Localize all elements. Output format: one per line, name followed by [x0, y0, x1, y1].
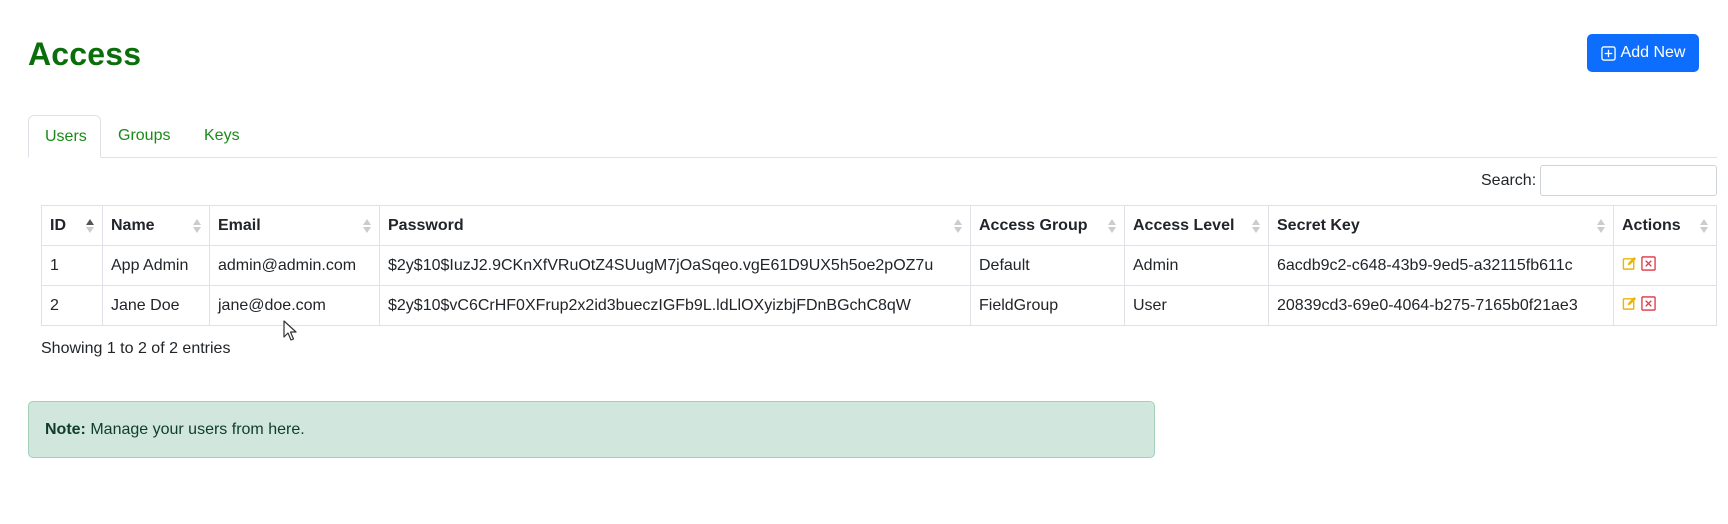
tab-groups[interactable]: Groups [102, 115, 186, 157]
users-table: ID Name Email Password Access Group Acce… [41, 205, 1717, 326]
column-header-label: Password [388, 216, 464, 234]
note-text: Manage your users from here. [85, 421, 305, 438]
cell-id: 1 [41, 245, 103, 286]
cell-actions [1613, 285, 1717, 326]
table-row: 1 App Admin admin@admin.com $2y$10$IuzJ2… [41, 245, 1717, 286]
tab-keys[interactable]: Keys [188, 115, 256, 157]
delete-x-icon[interactable] [1641, 255, 1656, 276]
cell-access-level: User [1124, 285, 1269, 326]
sort-icon [954, 218, 962, 234]
column-header-label: Name [111, 216, 155, 234]
column-header-id[interactable]: ID [41, 205, 103, 246]
mouse-pointer-icon [283, 320, 297, 347]
plus-square-icon [1600, 45, 1616, 61]
column-header-password[interactable]: Password [379, 205, 971, 246]
column-header-label: Access Group [979, 216, 1088, 234]
sort-icon [1252, 218, 1260, 234]
page-title: Access [28, 36, 142, 72]
cell-id: 2 [41, 285, 103, 326]
column-header-label: Email [218, 216, 261, 234]
cell-secret-key: 6acdb9c2-c648-43b9-9ed5-a32115fb611c [1268, 245, 1614, 286]
sort-icon [1597, 218, 1605, 234]
column-header-access-group[interactable]: Access Group [970, 205, 1125, 246]
column-header-label: Secret Key [1277, 216, 1360, 234]
column-header-label: ID [50, 216, 66, 234]
add-new-button[interactable]: Add New [1587, 34, 1699, 72]
cell-email: admin@admin.com [209, 245, 380, 286]
column-header-email[interactable]: Email [209, 205, 380, 246]
column-header-label: Access Level [1133, 216, 1235, 234]
cell-actions [1613, 245, 1717, 286]
cell-access-group: Default [970, 245, 1125, 286]
cell-access-level: Admin [1124, 245, 1269, 286]
add-new-label: Add New [1620, 44, 1686, 61]
sort-icon [1700, 218, 1708, 234]
column-header-label: Actions [1622, 216, 1681, 234]
cell-name: App Admin [102, 245, 210, 286]
sort-icon [1108, 218, 1116, 234]
edit-icon[interactable] [1622, 296, 1637, 316]
edit-icon[interactable] [1622, 256, 1637, 276]
table-info: Showing 1 to 2 of 2 entries [41, 340, 231, 357]
column-header-access-level[interactable]: Access Level [1124, 205, 1269, 246]
tab-users[interactable]: Users [28, 115, 101, 158]
column-header-secret-key[interactable]: Secret Key [1268, 205, 1614, 246]
sort-icon [86, 218, 94, 234]
note-label: Note: [45, 421, 86, 438]
delete-x-icon[interactable] [1641, 295, 1656, 316]
cell-access-group: FieldGroup [970, 285, 1125, 326]
sort-icon [363, 218, 371, 234]
cell-name: Jane Doe [102, 285, 210, 326]
note-alert: Note: Manage your users from here. [28, 401, 1155, 458]
cell-password: $2y$10$vC6CrHF0XFrup2x2id3bueczIGFb9L.ld… [379, 285, 971, 326]
cell-secret-key: 20839cd3-69e0-4064-b275-7165b0f21ae3 [1268, 285, 1614, 326]
table-header-row: ID Name Email Password Access Group Acce… [41, 205, 1717, 246]
tab-bar: Users Groups Keys [28, 115, 1717, 158]
search-label: Search: [1481, 172, 1537, 189]
search-input[interactable] [1540, 165, 1717, 196]
column-header-name[interactable]: Name [102, 205, 210, 246]
cell-password: $2y$10$IuzJ2.9CKnXfVRuOtZ4SUugM7jOaSqeo.… [379, 245, 971, 286]
column-header-actions[interactable]: Actions [1613, 205, 1717, 246]
sort-icon [193, 218, 201, 234]
